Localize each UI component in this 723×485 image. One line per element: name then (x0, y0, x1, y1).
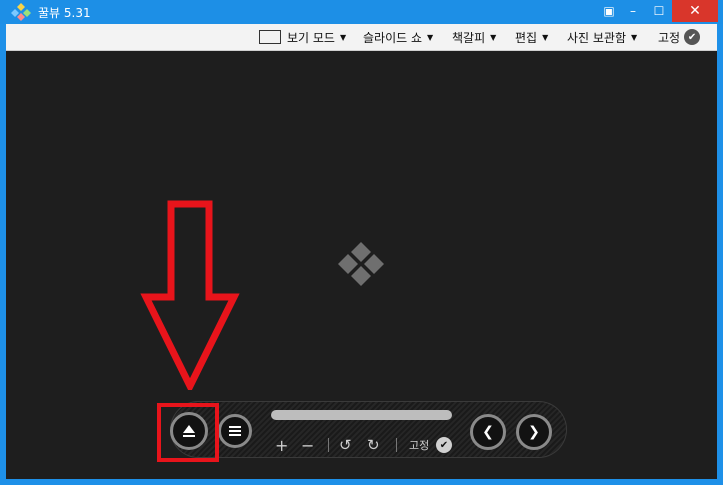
window-title: 꿀뷰 5.31 (38, 6, 91, 20)
zoom-out-button[interactable]: − (301, 435, 314, 455)
check-circle-icon: ✔ (684, 29, 701, 45)
chevron-right-icon: ❯ (528, 424, 540, 440)
menu-bookmark[interactable]: 책갈피 ▼ (452, 24, 496, 50)
chevron-down-icon: ▼ (542, 32, 549, 42)
menu-slideshow[interactable]: 슬라이드 쇼 ▼ (363, 24, 433, 50)
chevron-down-icon: ▼ (490, 32, 497, 42)
app-logo-icon (11, 3, 31, 21)
menu-slideshow-label: 슬라이드 쇼 (363, 30, 423, 45)
menu-photo-album[interactable]: 사진 보관함 ▼ (567, 24, 637, 50)
chevron-down-icon: ▼ (427, 32, 434, 42)
annotation-arrow-icon (140, 200, 240, 390)
chevron-down-icon: ▼ (339, 32, 347, 42)
menu-pin[interactable]: 고정 ✔ (658, 24, 701, 50)
zoom-in-button[interactable]: + (275, 435, 288, 455)
pin-toggle-label[interactable]: 고정 (409, 435, 429, 455)
view-mode-icon (259, 30, 281, 44)
previous-image-button[interactable]: ❮ (470, 414, 506, 450)
chevron-left-icon: ❮ (482, 424, 494, 440)
list-icon (229, 426, 241, 436)
placeholder-logo-icon (338, 242, 384, 286)
title-bar[interactable]: 꿀뷰 5.31 ▣ – ☐ ✕ (0, 0, 723, 24)
menu-pin-label: 고정 (658, 30, 681, 45)
minimize-button[interactable]: – (620, 0, 646, 22)
pin-check-icon[interactable]: ✔ (436, 437, 452, 453)
menu-edit[interactable]: 편집 ▼ (515, 24, 548, 50)
rotate-right-button[interactable]: ↻ (367, 435, 380, 455)
progress-slider[interactable] (271, 410, 452, 420)
divider (396, 438, 397, 452)
rotate-left-button[interactable]: ↺ (339, 435, 352, 455)
menu-bar: 보기 모드 ▼ 슬라이드 쇼 ▼ 책갈피 ▼ 편집 ▼ 사진 보관함 ▼ 고정 … (6, 24, 717, 51)
menu-photo-album-label: 사진 보관함 (567, 30, 627, 45)
menu-view-mode-label: 보기 모드 (287, 30, 335, 45)
menu-bookmark-label: 책갈피 (452, 30, 486, 45)
chevron-down-icon: ▼ (631, 32, 638, 42)
menu-edit-label: 편집 (515, 30, 538, 45)
playlist-button[interactable] (218, 414, 252, 448)
divider (328, 438, 329, 452)
app-window: 꿀뷰 5.31 ▣ – ☐ ✕ 보기 모드 ▼ 슬라이드 쇼 ▼ 책갈피 ▼ 편… (0, 0, 723, 485)
maximize-button[interactable]: ☐ (646, 0, 672, 22)
annotation-highlight-box (157, 403, 219, 462)
menu-view-mode[interactable]: 보기 모드 ▼ (259, 24, 346, 50)
fit-window-button[interactable]: ▣ (598, 0, 620, 22)
close-button[interactable]: ✕ (672, 0, 718, 22)
next-image-button[interactable]: ❯ (516, 414, 552, 450)
